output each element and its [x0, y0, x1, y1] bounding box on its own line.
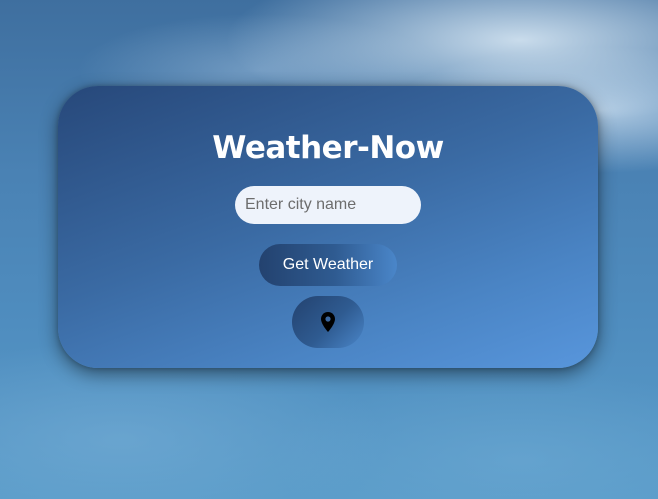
map-pin-icon: [321, 312, 335, 332]
use-location-button[interactable]: [292, 296, 364, 348]
city-search-input[interactable]: [235, 186, 421, 224]
weather-card: Weather-Now Get Weather: [58, 86, 598, 368]
get-weather-button[interactable]: Get Weather: [259, 244, 397, 286]
app-title: Weather-Now: [212, 130, 444, 166]
